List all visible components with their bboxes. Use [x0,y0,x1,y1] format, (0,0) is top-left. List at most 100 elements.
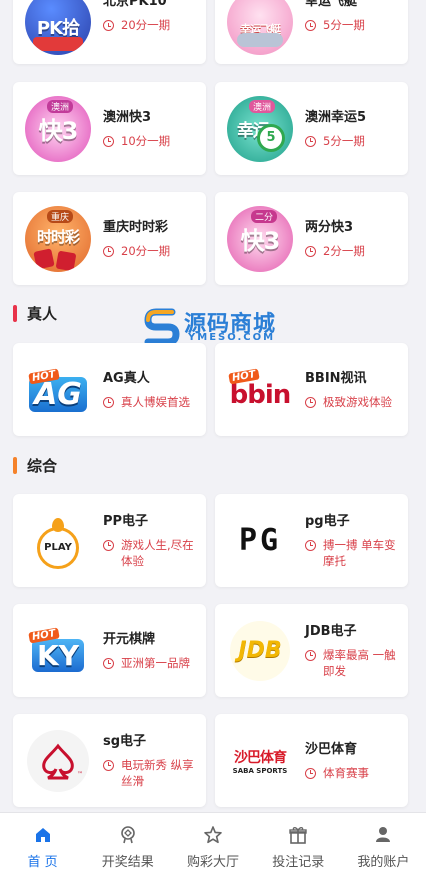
clock-icon [305,245,316,257]
game-name: 澳洲幸运5 [305,109,367,125]
game-card-pp[interactable]: PLAY PP电子 游戏人生,尽在体验 [13,494,206,587]
game-period: 2分一期 [305,243,365,259]
game-name: 两分快3 [305,219,354,235]
watermark-sub: YMESO.COM [188,332,276,343]
clock-icon [305,767,316,779]
game-desc: 电玩新秀 纵享丝滑 [103,757,203,789]
game-name: 重庆时时彩 [103,219,169,235]
tab-results[interactable]: 开奖结果 [85,813,170,878]
game-name: PP电子 [103,513,149,529]
game-card-bjpk10[interactable]: PK拾 北京PK10 20分一期 [13,0,206,64]
pg-logo: PG [227,508,293,574]
tab-account[interactable]: 我的账户 [341,813,426,878]
icon-text: 快3 [38,117,79,145]
logo-text: bbin [229,379,292,410]
ky-logo: HOT KY [25,618,91,684]
section-accent-bar [13,456,17,474]
game-card-ag[interactable]: HOT AG AG真人 真人博娱首选 [13,343,206,436]
clock-icon [103,245,114,257]
icon-text: 时时彩 [36,228,80,246]
dice-red-game-icon: 重庆 时时彩 [25,205,91,272]
tab-home[interactable]: 首 页 [0,813,85,878]
clock-icon [305,539,316,551]
game-name: AG真人 [103,370,150,386]
tab-label: 购彩大厅 [187,855,240,870]
game-card-jdb[interactable]: JDB JDB电子 爆率最高 一触即发 [215,604,408,697]
game-name: 开元棋牌 [103,631,156,647]
logo-sub: SABA SPORTS [232,766,288,775]
game-name: 幸运飞艇 [305,0,358,9]
game-card-au-k3[interactable]: 澳洲 快3 澳洲快3 10分一期 [13,82,206,175]
clock-icon [103,539,114,551]
section-title: 真人 [27,304,58,323]
clock-icon [103,396,114,408]
jdb-logo: JDB [227,618,293,684]
game-card-au-lucky5[interactable]: 澳洲 幸运 5 澳洲幸运5 5分一期 [215,82,408,175]
game-name: sg电子 [103,733,147,749]
home-icon [33,825,53,845]
tab-label: 投注记录 [272,855,325,870]
icon-caption: 澳洲 [249,99,276,113]
bbin-logo: HOT bbin [227,357,293,423]
dice-game-icon: 澳洲 快3 [25,95,91,162]
game-period: 20分一期 [103,243,170,259]
watermark-s-icon [144,308,180,346]
icon-text: 快3 [240,227,281,255]
pk10-game-icon: PK拾 [25,0,91,55]
logo-text: PG [238,523,282,558]
section-header-live: 真人 [13,303,57,323]
game-name: JDB电子 [305,623,357,639]
tab-lobby[interactable]: 购彩大厅 [170,813,255,878]
ag-logo: HOT AG [25,357,91,423]
clock-icon [103,20,114,31]
saba-logo: 沙巴体育 SABA SPORTS [227,728,293,794]
game-card-bbin[interactable]: HOT bbin BBIN视讯 极致游戏体验 [215,343,408,436]
tab-bets[interactable]: 投注记录 [256,813,341,878]
icon-caption: 澳洲 [47,99,74,113]
game-card-ky[interactable]: HOT KY 开元棋牌 亚洲第一品牌 [13,604,206,697]
game-name: BBIN视讯 [305,370,367,386]
game-card-pg[interactable]: PG pg电子 搏一搏 单车变摩托 [215,494,408,587]
clock-icon [305,135,316,147]
star-icon [203,825,223,845]
clock-icon [305,649,316,661]
tab-label: 我的账户 [357,855,410,870]
game-desc: 爆率最高 一触即发 [305,647,405,679]
sg-logo: ™ [25,728,91,794]
clock-icon [103,657,114,669]
bottom-tab-bar: 首 页 开奖结果 购彩大厅 投注记录 我的账户 [0,812,426,878]
logo-text: 沙巴体育 [234,749,287,766]
tab-label: 首 页 [27,855,58,870]
game-card-2min-k3[interactable]: 二分 快3 两分快3 2分一期 [215,192,408,285]
game-name: pg电子 [305,513,350,529]
clock-icon [103,135,114,147]
game-name: 沙巴体育 [305,741,358,757]
game-period: 5分一期 [305,17,365,33]
home-scroll-area[interactable]: PK拾 北京PK10 20分一期 幸运飞艇 幸运飞艇 5分一期 澳洲 快3 澳洲… [0,0,426,812]
tab-label: 开奖结果 [101,855,154,870]
game-desc: 搏一搏 单车变摩托 [305,537,405,569]
lucky-ball-game-icon: 澳洲 幸运 5 [227,95,293,162]
game-period: 5分一期 [305,133,366,149]
clock-icon [103,759,114,771]
game-name: 北京PK10 [103,0,167,9]
spade-icon [42,743,74,779]
game-desc: 游戏人生,尽在体验 [103,537,203,569]
logo-text: ™ [77,770,83,778]
logo-text: PLAY [44,542,72,553]
game-desc: 真人博娱首选 [103,394,190,410]
game-desc: 亚洲第一品牌 [103,655,190,671]
game-desc: 极致游戏体验 [305,394,392,410]
section-title: 综合 [27,456,58,475]
game-card-sg[interactable]: ™ sg电子 电玩新秀 纵享丝滑 [13,714,206,807]
game-name: 澳洲快3 [103,109,152,125]
game-card-xyft[interactable]: 幸运飞艇 幸运飞艇 5分一期 [215,0,408,64]
user-icon [373,825,393,845]
section-accent-bar [13,304,17,322]
airship-game-icon: 幸运飞艇 [227,0,293,55]
watermark-logo: 源码商城 YMESO.COM [142,306,292,346]
game-card-cqssc[interactable]: 重庆 时时彩 重庆时时彩 20分一期 [13,192,206,285]
game-period: 20分一期 [103,17,170,33]
game-card-saba[interactable]: 沙巴体育 SABA SPORTS 沙巴体育 体育赛事 [215,714,408,807]
clock-icon [305,20,316,31]
